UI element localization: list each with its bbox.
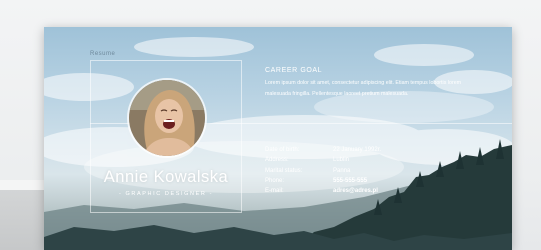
- detail-value: adres@adres.pl: [333, 188, 378, 195]
- career-goal-text: Lorem ipsum dolor sit amet, consectetur …: [265, 80, 462, 97]
- detail-value: Panna: [333, 167, 351, 174]
- detail-label: Date of birth:: [265, 147, 300, 153]
- detail-row: Marital status: Panna: [265, 166, 381, 176]
- resume-label: Resume: [90, 51, 116, 57]
- detail-value: Lublin: [333, 157, 350, 164]
- person-role: - GRAPHIC DESIGNER -: [118, 191, 214, 197]
- detail-row: Phone: 555-555-555: [265, 176, 381, 186]
- personal-details: Date of birth: 22 January 1992r. Address:…: [265, 145, 381, 196]
- detail-row: Address: Lublin: [265, 155, 381, 165]
- career-goal-title: CAREER GOAL: [265, 67, 323, 74]
- portrait-photo-icon: [127, 78, 207, 158]
- detail-row: E-mail: adres@adres.pl: [265, 186, 381, 196]
- detail-value: 555-555-555: [333, 177, 368, 184]
- detail-label: Address:: [265, 157, 289, 164]
- resume-card: Resume Annie Kowalska - GRAPHIC DESIGNER…: [44, 27, 512, 250]
- detail-label: E-mail:: [265, 188, 284, 195]
- detail-label: Marital status:: [265, 167, 303, 174]
- detail-value: 22 January 1992r.: [333, 147, 382, 153]
- detail-row: Date of birth: 22 January 1992r.: [265, 145, 381, 155]
- person-name: Annie Kowalska: [103, 168, 229, 186]
- detail-label: Phone:: [265, 177, 285, 184]
